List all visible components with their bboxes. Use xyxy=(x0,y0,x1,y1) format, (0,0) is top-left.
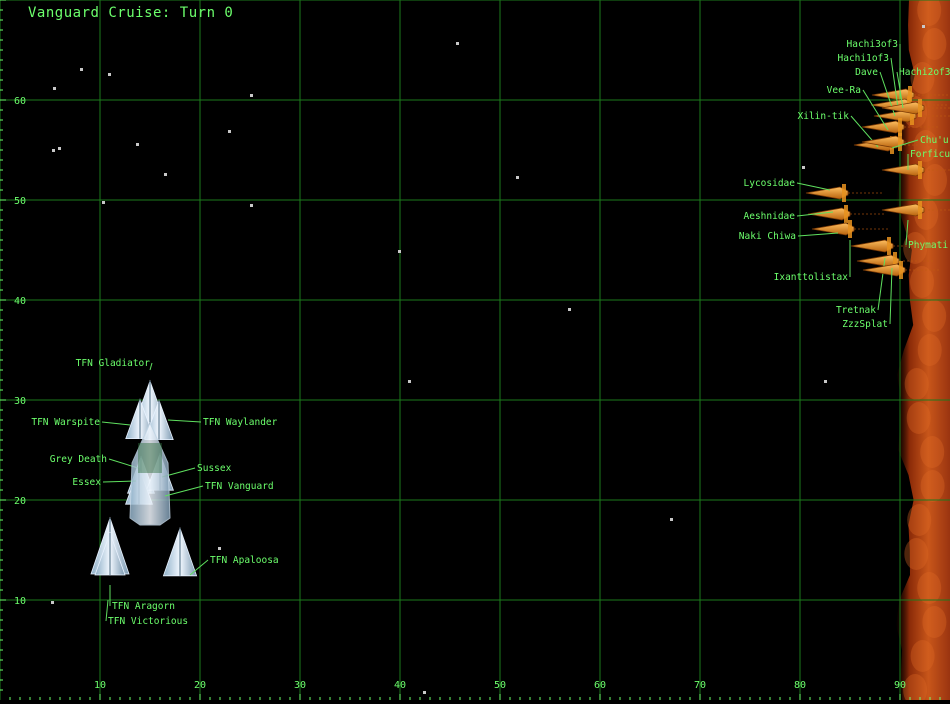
star xyxy=(108,73,111,76)
ship-fin xyxy=(918,99,922,117)
x-tick-label: 50 xyxy=(494,680,506,691)
ship-label[interactable]: TFN Victorious xyxy=(108,616,188,627)
x-tick-label: 40 xyxy=(394,680,406,691)
ship-hull-detail xyxy=(138,443,162,473)
ship-label[interactable]: Hachi1of3 xyxy=(838,53,889,64)
ship-label[interactable]: Hachi2of3 xyxy=(899,67,950,78)
star xyxy=(802,166,805,169)
ship-label[interactable]: TFN Waylander xyxy=(203,417,278,428)
tactical-map-canvas[interactable]: 10 20 30 40 50 60 70 80 90 10 20 30 40 50 60 TFN Gladi… xyxy=(0,0,950,704)
nebula-blob xyxy=(920,470,945,502)
x-tick-label: 10 xyxy=(94,680,106,691)
nebula-blob xyxy=(920,436,945,468)
ship-label[interactable]: Chu'u xyxy=(920,135,949,146)
star xyxy=(250,94,253,97)
ship-fin xyxy=(898,133,902,151)
star xyxy=(398,250,401,253)
ship-fin xyxy=(842,184,846,202)
ship-fin xyxy=(844,205,848,223)
star xyxy=(102,201,105,204)
star xyxy=(250,204,253,207)
star xyxy=(423,691,426,694)
nebula-blob xyxy=(917,572,942,604)
nebula-blob xyxy=(904,368,929,400)
x-tick-label: 60 xyxy=(594,680,606,691)
nebula-blob xyxy=(923,164,947,196)
star xyxy=(80,68,83,71)
ship-label[interactable]: Hachi3of3 xyxy=(847,39,898,50)
ship-label[interactable]: ZzzSplat xyxy=(842,319,888,330)
ship-label[interactable]: Vee-Ra xyxy=(827,85,861,96)
ship-label[interactable]: Aeshnidae xyxy=(744,211,796,222)
x-tick-label: 20 xyxy=(194,680,206,691)
star xyxy=(516,176,519,179)
y-tick-label: 60 xyxy=(14,96,26,107)
ship-label[interactable]: Forficu xyxy=(910,149,950,160)
star xyxy=(568,308,571,311)
ship-label[interactable]: Naki Chiwa xyxy=(739,231,796,242)
ship-label[interactable]: Xilin-tik xyxy=(798,111,850,122)
star xyxy=(53,87,56,90)
ship-label[interactable]: Essex xyxy=(72,477,101,488)
ship-label[interactable]: Grey Death xyxy=(50,454,107,465)
ship-fin xyxy=(899,261,903,279)
y-tick-label: 30 xyxy=(14,396,26,407)
star xyxy=(456,42,459,45)
nebula-blob xyxy=(906,402,931,434)
star xyxy=(922,25,925,28)
ship-label[interactable]: TFN Aragorn xyxy=(112,601,175,612)
ship-fin xyxy=(918,201,922,219)
ship-fin xyxy=(887,237,891,255)
nebula-blob xyxy=(922,28,947,60)
ship-label[interactable]: Lycosidae xyxy=(744,178,796,189)
ship-label[interactable]: TFN Gladiator xyxy=(76,358,151,369)
ship-label[interactable]: Ixanttolistax xyxy=(774,272,849,283)
nebula-blob xyxy=(904,538,929,570)
star xyxy=(164,173,167,176)
ship-label[interactable]: TFN Vanguard xyxy=(205,481,274,492)
ship-label[interactable]: Tretnak xyxy=(836,305,876,316)
x-tick-label: 70 xyxy=(694,680,706,691)
tactical-map[interactable]: 10 20 30 40 50 60 70 80 90 10 20 30 40 50 60 TFN Gladi… xyxy=(0,0,950,704)
nebula-blob xyxy=(922,606,947,638)
nebula-blob xyxy=(910,266,934,298)
y-tick-label: 40 xyxy=(14,296,26,307)
ship-label[interactable]: TFN Apaloosa xyxy=(210,555,279,566)
ship-label[interactable]: Dave xyxy=(855,67,878,78)
y-tick-label: 50 xyxy=(14,196,26,207)
star xyxy=(218,547,221,550)
star xyxy=(670,518,673,521)
star xyxy=(51,601,54,604)
y-tick-label: 20 xyxy=(14,496,26,507)
nebula-blob xyxy=(910,640,935,672)
y-tick-label: 10 xyxy=(14,596,26,607)
ship-fin xyxy=(848,220,852,238)
star xyxy=(58,147,61,150)
star xyxy=(824,380,827,383)
star xyxy=(228,130,231,133)
x-tick-label: 90 xyxy=(894,680,906,691)
nebula-blob xyxy=(922,300,947,332)
star xyxy=(408,380,411,383)
star xyxy=(52,149,55,152)
ship-label[interactable]: TFN Warspite xyxy=(31,417,100,428)
ship-fin xyxy=(918,161,922,179)
x-tick-label: 30 xyxy=(294,680,306,691)
turn-title: Vanguard Cruise: Turn 0 xyxy=(28,5,234,21)
ship-label[interactable]: Sussex xyxy=(197,463,232,474)
nebula-blob xyxy=(917,334,942,366)
nebula-blob xyxy=(907,504,932,536)
space-background xyxy=(0,0,950,700)
x-tick-label: 80 xyxy=(794,680,806,691)
star xyxy=(136,143,139,146)
